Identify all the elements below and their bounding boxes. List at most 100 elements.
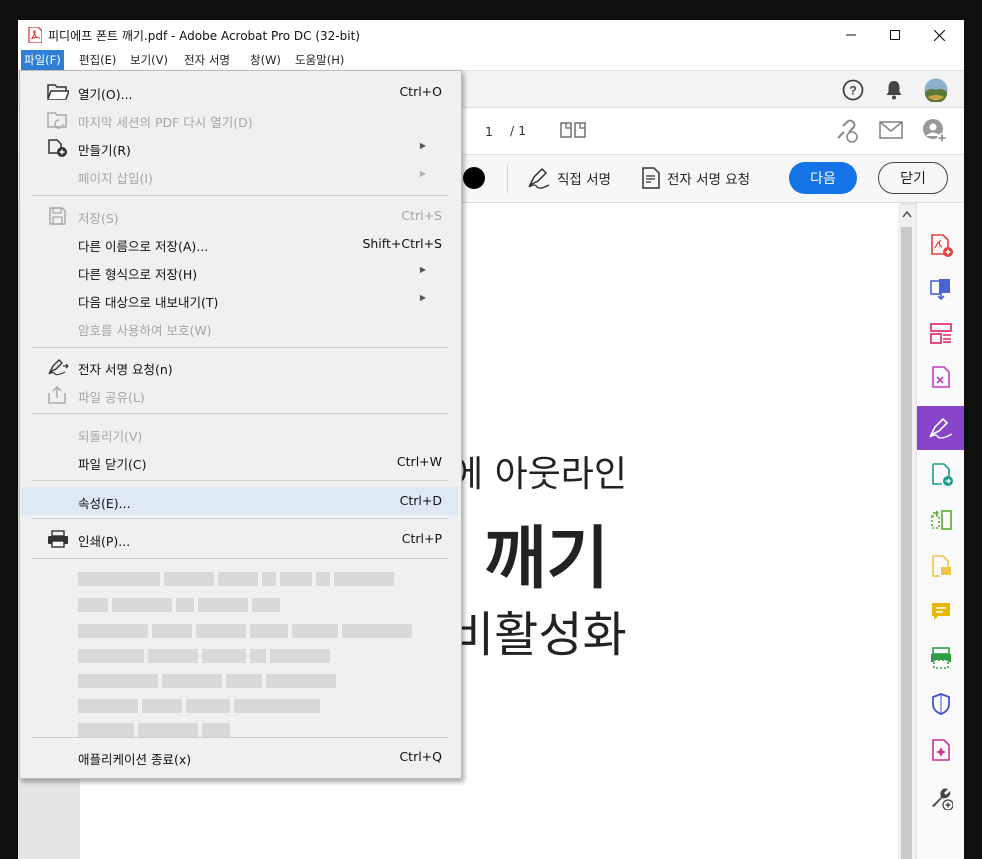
menu-print[interactable]: 인쇄(P)... Ctrl+P	[21, 525, 458, 553]
add-user-icon[interactable]	[922, 118, 948, 144]
menu-separator	[32, 413, 448, 414]
menu-properties[interactable]: 속성(E)... Ctrl+D	[21, 487, 458, 515]
menu-properties-shortcut: Ctrl+D	[399, 493, 442, 508]
menu-save-as-shortcut: Shift+Ctrl+S	[362, 236, 442, 251]
toolbar-divider	[507, 165, 508, 193]
direct-sign-label: 직접 서명	[557, 172, 611, 188]
minimize-button[interactable]	[828, 20, 874, 50]
title-bar[interactable]: 피디에프 폰트 깨기.pdf - Adobe Acrobat Pro DC (3…	[18, 20, 964, 50]
menu-close-file[interactable]: 파일 닫기(C) Ctrl+W	[21, 448, 458, 476]
combine-files-icon[interactable]	[917, 267, 964, 311]
page-number-input[interactable]: 1	[476, 120, 502, 142]
menu-print-label: 인쇄(P)...	[78, 534, 131, 549]
menu-protect-password-label: 암호를 사용하여 보호(W)	[78, 323, 212, 338]
menu-print-shortcut: Ctrl+P	[401, 531, 442, 546]
direct-sign-tool[interactable]: 직접 서명	[527, 166, 611, 190]
recent-file-item[interactable]	[78, 572, 398, 586]
doc-line-1: 에 아웃라인	[450, 454, 628, 495]
color-swatch[interactable]	[463, 167, 485, 189]
organize-pages-icon[interactable]	[917, 311, 964, 355]
menu-properties-label: 속성(E)...	[78, 496, 131, 511]
menu-edit[interactable]: 편집(E)	[76, 50, 119, 70]
menu-save[interactable]: 저장(S) Ctrl+S	[21, 202, 458, 230]
next-button[interactable]: 다음	[789, 162, 857, 194]
menu-request-signature-label: 전자 서명 요청(n)	[78, 362, 173, 377]
menu-export-to-label: 다음 대상으로 내보내기(T)	[78, 295, 219, 310]
menu-separator	[32, 195, 448, 196]
menu-save-as-other-label: 다른 형식으로 저장(H)	[78, 267, 198, 282]
request-sign-tool[interactable]: 전자 서명 요청	[641, 166, 750, 190]
menu-open-label: 열기(O)...	[78, 87, 133, 102]
menu-e-sign[interactable]: 전자 서명	[181, 50, 233, 70]
sign-request-icon	[48, 359, 69, 376]
menu-save-as[interactable]: 다른 이름으로 저장(A)... Shift+Ctrl+S	[21, 230, 458, 258]
menu-save-shortcut: Ctrl+S	[401, 208, 442, 223]
menu-help[interactable]: 도움말(H)	[292, 50, 347, 70]
menu-reopen-last[interactable]: 마지막 세션의 PDF 다시 열기(D)	[21, 106, 458, 134]
acrobat-app-icon	[28, 27, 42, 43]
menu-separator	[32, 480, 448, 481]
export-pdf-icon[interactable]	[917, 355, 964, 399]
page-view-icon[interactable]	[560, 122, 588, 140]
minimize-icon	[846, 34, 856, 36]
avatar-icon[interactable]	[924, 78, 948, 102]
menu-revert[interactable]: 되돌리기(V)	[21, 420, 458, 448]
bell-icon[interactable]	[884, 79, 904, 101]
protect-icon[interactable]	[917, 682, 964, 726]
tools-pane	[916, 203, 964, 859]
menu-create-label: 만들기(R)	[78, 143, 131, 158]
maximize-button[interactable]	[872, 20, 918, 50]
more-tools-icon[interactable]	[917, 776, 964, 820]
close-tool-button[interactable]: 닫기	[878, 162, 948, 194]
scroll-up-icon[interactable]	[902, 210, 912, 218]
menu-request-signature[interactable]: 전자 서명 요청(n)	[21, 353, 458, 381]
menu-bar: 파일(F) 편집(E) 보기(V) 전자 서명 창(W) 도움말(H)	[18, 50, 964, 71]
menu-save-as-other[interactable]: 다른 형식으로 저장(H) ▶	[21, 258, 458, 286]
scan-icon[interactable]	[917, 636, 964, 680]
recent-file-item[interactable]	[78, 649, 334, 663]
share-link-icon[interactable]	[834, 118, 860, 144]
menu-open[interactable]: 열기(O)... Ctrl+O	[21, 78, 458, 106]
menu-revert-label: 되돌리기(V)	[78, 429, 143, 444]
recent-file-item[interactable]	[78, 598, 284, 612]
edit-pdf-icon[interactable]	[917, 728, 964, 772]
submenu-arrow-icon: ▶	[419, 265, 426, 274]
recent-file-item[interactable]	[78, 674, 340, 688]
menu-share-file[interactable]: 파일 공유(L)	[21, 381, 458, 409]
svg-text:?: ?	[849, 84, 856, 98]
comment-icon[interactable]	[917, 544, 964, 588]
fill-sign-icon[interactable]	[917, 406, 964, 450]
menu-insert-pages[interactable]: 페이지 삽입(I) ▶	[21, 162, 458, 190]
pen-sign-icon	[528, 167, 550, 189]
send-for-signature-icon[interactable]	[917, 452, 964, 496]
email-icon[interactable]	[879, 121, 903, 139]
create-pdf-icon[interactable]	[917, 223, 964, 267]
menu-exit-label: 애플리케이션 종료(x)	[78, 752, 192, 767]
file-menu-dropdown: 열기(O)... Ctrl+O 마지막 세션의 PDF 다시 열기(D) 만들기…	[19, 70, 462, 779]
menu-exit[interactable]: 애플리케이션 종료(x) Ctrl+Q	[21, 743, 458, 771]
menu-create[interactable]: 만들기(R) ▶	[21, 134, 458, 162]
menu-exit-shortcut: Ctrl+Q	[399, 749, 442, 764]
menu-insert-pages-label: 페이지 삽입(I)	[78, 171, 153, 186]
close-window-button[interactable]	[916, 20, 962, 50]
menu-protect-password[interactable]: 암호를 사용하여 보호(W)	[21, 314, 458, 342]
sticky-note-icon[interactable]	[917, 590, 964, 634]
recent-file-item[interactable]	[78, 699, 324, 713]
menu-window[interactable]: 창(W)	[247, 50, 284, 70]
scrollbar-thumb[interactable]	[901, 227, 912, 859]
help-icon[interactable]: ?	[842, 79, 864, 101]
menu-save-label: 저장(S)	[78, 211, 119, 226]
recent-file-item[interactable]	[78, 624, 416, 638]
close-icon	[933, 29, 945, 41]
doc-line-3: 비활성화	[450, 607, 627, 663]
menu-separator	[32, 737, 448, 738]
menu-file[interactable]: 파일(F)	[21, 50, 64, 70]
menu-view[interactable]: 보기(V)	[127, 50, 171, 70]
print-icon	[48, 530, 68, 548]
menu-close-file-shortcut: Ctrl+W	[396, 454, 442, 469]
compress-icon[interactable]	[917, 498, 964, 542]
menu-separator	[32, 518, 448, 519]
menu-export-to[interactable]: 다음 대상으로 내보내기(T) ▶	[21, 286, 458, 314]
request-sign-label: 전자 서명 요청	[667, 172, 751, 188]
recent-file-item[interactable]	[78, 723, 234, 737]
